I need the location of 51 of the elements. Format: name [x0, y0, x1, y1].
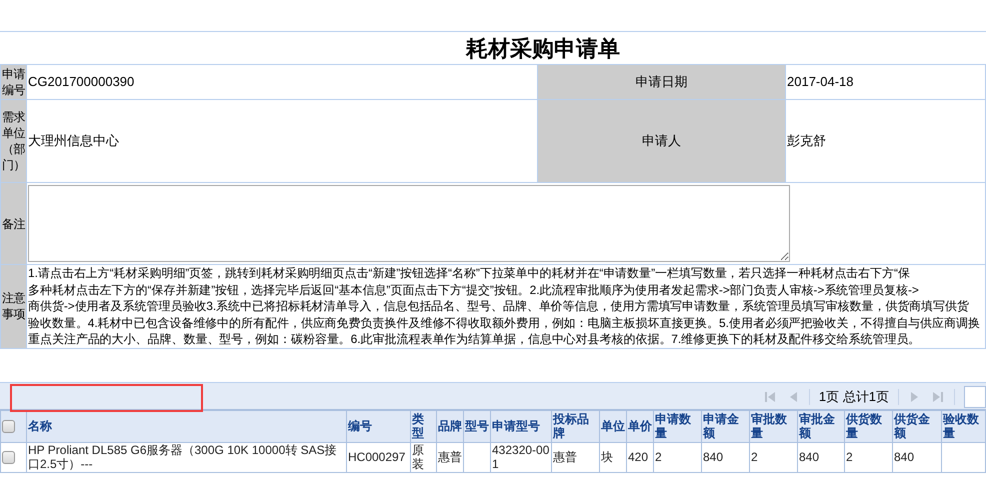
table-cell: 2 [844, 442, 892, 472]
column-header: 单价 [626, 410, 654, 442]
column-header: 审批数量 [750, 410, 798, 442]
remark-field[interactable] [28, 185, 790, 262]
column-header: 名称 [26, 410, 346, 442]
table-cell: 原装 [410, 442, 436, 472]
select-all-checkbox[interactable] [2, 420, 15, 434]
column-header: 申请数量 [654, 410, 702, 442]
column-header: 申请型号 [490, 410, 552, 442]
field-label: 注意事项 [0, 264, 26, 348]
field-label: 申请人 [538, 100, 786, 182]
field-label: 申请日期 [538, 64, 786, 100]
table-cell: 惠普 [436, 442, 464, 472]
field-label: 申请编号 [0, 64, 26, 100]
table-cell: 432320-001 [490, 442, 552, 472]
table-cell: HC000297 [346, 442, 410, 472]
table-cell: 840 [798, 442, 844, 472]
table-cell: 2 [750, 442, 798, 472]
form-title: 耗材采购申请单 [464, 35, 621, 63]
page-field[interactable] [964, 386, 986, 408]
row-checkbox[interactable] [2, 451, 15, 464]
table-cell: 840 [892, 442, 942, 472]
table-cell: 840 [702, 442, 750, 472]
table-cell: 块 [600, 442, 626, 472]
notes-text: 1.请点击右上方“耗材采购明细”页签，跳转到耗材采购明细页点击“新建”按钮选择“名称”下拉菜单中的耗材并在“申请数量”一栏填写数量，若只选择一种耗材点击右下方“保 [28, 266, 911, 282]
field-label: 备注 [0, 182, 26, 264]
table-cell: 2 [654, 442, 702, 472]
field-value: 大理州信息中心 [26, 100, 538, 182]
column-header: 品牌 [436, 410, 464, 442]
column-header: 供货数量 [844, 410, 892, 442]
notes-text: 验收数量。4.耗材中已包含设备维修中的所有配件，供应商免费负责换件及维修不得收取额外费用，例如：电脑主板损坏直接更换。5.使用者必须严把验收关，不得擅自与供应商调换 [28, 314, 981, 331]
field-label: 需求单位（部门） [0, 100, 26, 182]
column-header: 申请金额 [702, 410, 750, 442]
column-header: 供货金额 [892, 410, 942, 442]
page-count-text: 1页 总计1页 [818, 388, 889, 406]
notes-text: 重点关注产品的大小、品牌、数量、型号，例如：碳粉容量。6.此审批流程表单作为结算单据，信息中心对县考核的依据。7.维修更换下的耗材及配件移交给系统管理员。 [28, 331, 922, 347]
field-value: 彭克舒 [786, 100, 986, 182]
column-header: 投标品牌 [552, 410, 600, 442]
column-header: 审批金额 [798, 410, 844, 442]
column-header: 型号 [464, 410, 490, 442]
table-cell: 惠普 [552, 442, 600, 472]
table-cell: 420 [626, 442, 654, 472]
notes-text: 多种耗材点击左下方的“保存并新建”按钮，选择完毕后返回“基本信息”页面点击下方“提交”按钮。2.此流程审批顺序为使用者发起需求->部门负责人审核->系统管理员复核-> [28, 282, 920, 298]
table-cell: HP Proliant DL585 G6服务器（300G 10K 10000转 SAS接口2.5寸）--- [26, 442, 346, 472]
field-value: 2017-04-18 [786, 64, 986, 100]
column-header: 编号 [346, 410, 410, 442]
column-header: 类型 [410, 410, 436, 442]
notes-text: 商供货->使用者及系统管理员验收3.系统中已将招标耗材清单导入，信息包括品名、型号、品牌、单价等信息，使用方需填写申请数量，系统管理员填写审核数量，供货商填写供货 [28, 298, 970, 314]
field-value: CG201700000390 [26, 64, 538, 100]
column-header: 验收数量 [942, 410, 986, 442]
column-header: 单位 [600, 410, 626, 442]
